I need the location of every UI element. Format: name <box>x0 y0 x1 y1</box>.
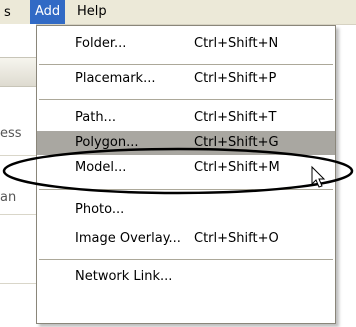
menu-separator <box>39 189 333 190</box>
menu-item-shortcut: Ctrl+Shift+N <box>194 36 279 51</box>
menu-item-network-link[interactable]: Network Link... <box>37 265 335 289</box>
menu-item-label: Model... <box>75 160 127 175</box>
menu-item-folder[interactable]: Folder... Ctrl+Shift+N <box>37 32 335 56</box>
app-text-fragment: ess <box>0 126 22 141</box>
menu-tools-fragment[interactable]: s <box>4 4 11 21</box>
menu-bar: s Add Help <box>0 0 356 25</box>
menu-item-shortcut: Ctrl+Shift+M <box>194 160 280 175</box>
menu-item-shortcut: Ctrl+Shift+G <box>194 135 279 150</box>
menu-help[interactable]: Help <box>77 0 107 24</box>
menu-item-label: Placemark... <box>75 71 156 86</box>
divider <box>0 155 36 156</box>
menu-item-path[interactable]: Path... Ctrl+Shift+T <box>37 106 335 130</box>
app-toolbar-fragment <box>0 57 36 87</box>
menu-item-placemark[interactable]: Placemark... Ctrl+Shift+P <box>37 67 335 91</box>
menu-item-shortcut: Ctrl+Shift+T <box>194 110 277 125</box>
menu-separator <box>39 99 333 100</box>
menu-item-polygon[interactable]: Polygon... Ctrl+Shift+G <box>37 131 335 155</box>
divider <box>0 214 36 215</box>
menu-item-label: Photo... <box>75 202 125 217</box>
menu-item-label: Image Overlay... <box>75 231 181 246</box>
menu-separator <box>39 64 333 65</box>
menu-item-photo[interactable]: Photo... <box>37 198 335 222</box>
menu-separator <box>39 259 333 260</box>
menu-item-image-overlay[interactable]: Image Overlay... Ctrl+Shift+O <box>37 227 335 251</box>
menu-add[interactable]: Add <box>30 0 66 24</box>
app-text-fragment: an <box>0 190 17 205</box>
divider <box>0 283 36 284</box>
menu-item-shortcut: Ctrl+Shift+O <box>194 231 279 246</box>
menu-item-shortcut: Ctrl+Shift+P <box>194 71 277 86</box>
menu-item-label: Folder... <box>75 36 127 51</box>
menu-item-label: Path... <box>75 110 116 125</box>
menu-item-model[interactable]: Model... Ctrl+Shift+M <box>37 156 335 180</box>
add-menu-dropdown: Folder... Ctrl+Shift+N Placemark... Ctrl… <box>36 25 336 324</box>
menu-item-label: Polygon... <box>75 135 139 150</box>
menu-item-label: Network Link... <box>75 269 173 284</box>
